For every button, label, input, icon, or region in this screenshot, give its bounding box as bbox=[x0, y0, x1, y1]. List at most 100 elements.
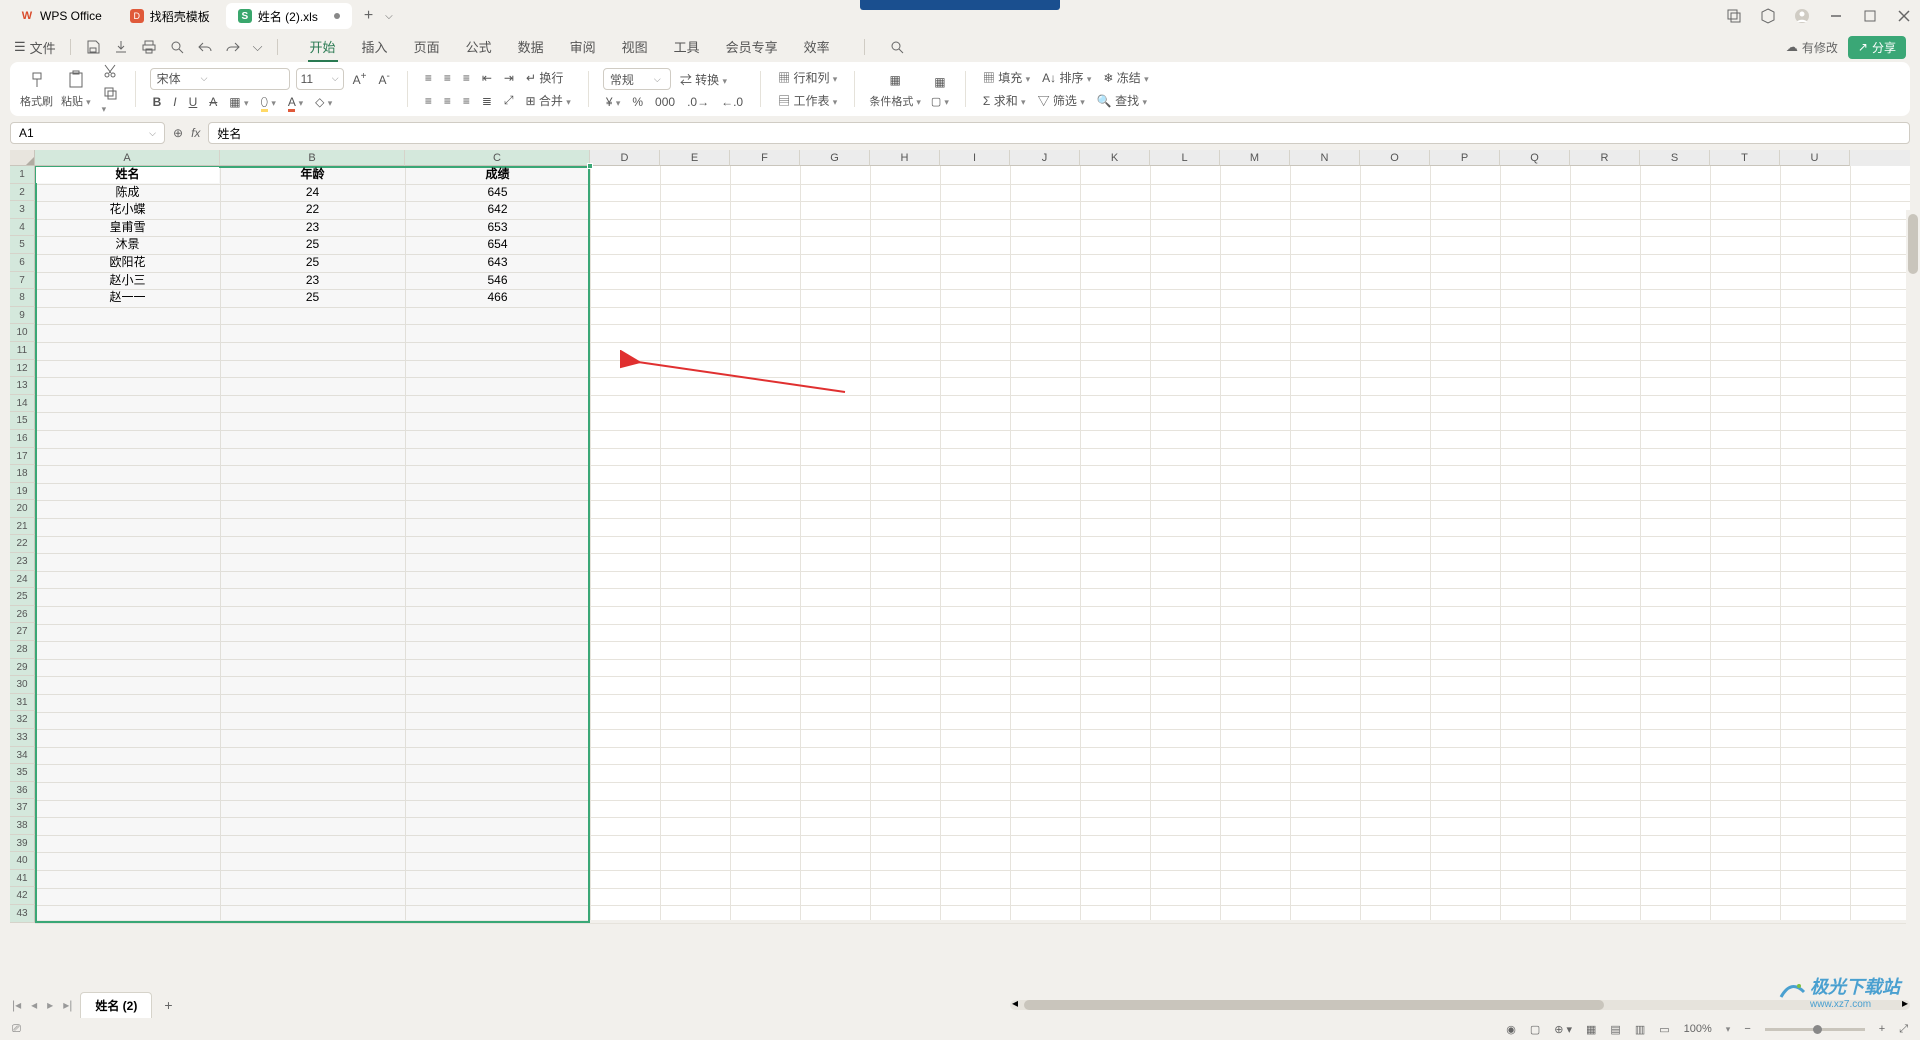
find-button[interactable]: 🔍 查找 ▾ bbox=[1094, 91, 1150, 110]
column-header[interactable]: N bbox=[1290, 150, 1360, 166]
export-icon[interactable] bbox=[113, 39, 129, 55]
menu-view[interactable]: 视图 bbox=[620, 33, 650, 62]
row-header[interactable]: 34 bbox=[10, 747, 35, 765]
data-cell[interactable]: 466 bbox=[405, 289, 590, 307]
sheet-add-button[interactable]: + bbox=[158, 997, 178, 1013]
row-header[interactable]: 22 bbox=[10, 535, 35, 553]
share-button[interactable]: ↗ 分享 bbox=[1848, 36, 1906, 59]
worksheet-button[interactable]: ▤ 工作表 ▾ bbox=[775, 91, 840, 110]
column-header[interactable]: U bbox=[1780, 150, 1850, 166]
sum-button[interactable]: Σ 求和 ▾ bbox=[980, 91, 1029, 110]
print-preview-icon[interactable] bbox=[169, 39, 185, 55]
comma-button[interactable]: 000 bbox=[652, 94, 678, 110]
row-header[interactable]: 14 bbox=[10, 395, 35, 413]
column-header[interactable]: R bbox=[1570, 150, 1640, 166]
column-header[interactable]: T bbox=[1710, 150, 1780, 166]
row-header[interactable]: 31 bbox=[10, 694, 35, 712]
menu-member[interactable]: 会员专享 bbox=[724, 33, 780, 62]
row-header[interactable]: 42 bbox=[10, 887, 35, 905]
sync-status[interactable]: ☁ 有修改 bbox=[1786, 39, 1838, 56]
rowcol-button[interactable]: ▦ 行和列 ▾ bbox=[775, 68, 840, 87]
eye-icon[interactable]: ◉ bbox=[1506, 1023, 1516, 1036]
column-header[interactable]: J bbox=[1010, 150, 1080, 166]
data-cell[interactable]: 赵小三 bbox=[35, 272, 220, 290]
row-header[interactable]: 27 bbox=[10, 623, 35, 641]
sheet-nav-prev[interactable]: ◂ bbox=[29, 998, 39, 1012]
row-header[interactable]: 20 bbox=[10, 500, 35, 518]
zoom-slider[interactable] bbox=[1765, 1028, 1865, 1031]
align-middle-button[interactable]: ≡ bbox=[441, 70, 454, 86]
column-header[interactable]: D bbox=[590, 150, 660, 166]
row-header[interactable]: 39 bbox=[10, 835, 35, 853]
row-header[interactable]: 6 bbox=[10, 254, 35, 272]
data-cell[interactable]: 25 bbox=[220, 236, 405, 254]
view-reading-button[interactable]: ▭ bbox=[1659, 1023, 1669, 1036]
align-left-button[interactable]: ≡ bbox=[422, 93, 435, 109]
data-cell[interactable]: 642 bbox=[405, 201, 590, 219]
row-header[interactable]: 16 bbox=[10, 430, 35, 448]
underline-button[interactable]: U bbox=[186, 94, 201, 110]
decimal-increase-button[interactable]: .0→ bbox=[684, 94, 712, 110]
column-header[interactable]: P bbox=[1430, 150, 1500, 166]
zoom-in-button[interactable]: + bbox=[1879, 1023, 1885, 1035]
cond-format-button[interactable]: ▦ 条件格式 ▾ bbox=[869, 69, 921, 109]
row-header[interactable]: 26 bbox=[10, 606, 35, 624]
paste-button[interactable]: 粘贴 ▾ bbox=[61, 69, 91, 109]
row-header[interactable]: 29 bbox=[10, 659, 35, 677]
copy-button[interactable]: ▾ bbox=[99, 84, 121, 116]
row-header[interactable]: 40 bbox=[10, 852, 35, 870]
strikethrough-button[interactable]: A bbox=[206, 94, 220, 110]
menu-start[interactable]: 开始 bbox=[308, 33, 338, 62]
cube-icon[interactable] bbox=[1760, 8, 1776, 24]
horizontal-scrollbar[interactable]: ◂ ▸ bbox=[1010, 1000, 1910, 1010]
row-header[interactable]: 11 bbox=[10, 342, 35, 360]
settings-icon[interactable]: ⊕ ▾ bbox=[1554, 1023, 1572, 1036]
cells-area[interactable]: 姓名年龄成绩陈成24645花小蝶22642皇甫雪23653沐景25654欧阳花2… bbox=[35, 166, 1910, 920]
minimize-button[interactable] bbox=[1828, 8, 1844, 24]
increase-font-button[interactable]: A+ bbox=[350, 70, 370, 88]
row-header[interactable]: 2 bbox=[10, 184, 35, 202]
formula-input[interactable]: 姓名 bbox=[208, 122, 1910, 144]
fullscreen-icon[interactable]: ⤢ bbox=[1899, 1023, 1908, 1036]
undo-button[interactable] bbox=[197, 39, 213, 55]
font-size-select[interactable]: 11 ⌵ bbox=[296, 68, 344, 90]
row-header[interactable]: 5 bbox=[10, 236, 35, 254]
percent-button[interactable]: % bbox=[629, 94, 646, 110]
view-normal-button[interactable]: ▦ bbox=[1586, 1023, 1596, 1036]
data-cell[interactable]: 24 bbox=[220, 184, 405, 202]
column-header[interactable]: H bbox=[870, 150, 940, 166]
data-cell[interactable]: 645 bbox=[405, 184, 590, 202]
data-cell[interactable]: 25 bbox=[220, 289, 405, 307]
italic-button[interactable]: I bbox=[170, 94, 179, 110]
row-header[interactable]: 37 bbox=[10, 799, 35, 817]
row-header[interactable]: 12 bbox=[10, 360, 35, 378]
row-header[interactable]: 9 bbox=[10, 307, 35, 325]
menu-efficiency[interactable]: 效率 bbox=[802, 33, 832, 62]
column-header[interactable]: S bbox=[1640, 150, 1710, 166]
align-right-button[interactable]: ≡ bbox=[460, 93, 473, 109]
row-header[interactable]: 18 bbox=[10, 465, 35, 483]
vertical-scrollbar[interactable] bbox=[1906, 210, 1920, 980]
row-header[interactable]: 8 bbox=[10, 289, 35, 307]
status-icon[interactable]: ⎚ bbox=[12, 1023, 21, 1036]
file-menu[interactable]: ☰ 文件 bbox=[14, 38, 56, 57]
view-break-button[interactable]: ▥ bbox=[1635, 1023, 1645, 1036]
name-box[interactable]: A1 ⌵ bbox=[10, 122, 165, 144]
quick-access-dropdown[interactable]: ⌵ bbox=[253, 39, 263, 55]
data-cell[interactable]: 23 bbox=[220, 219, 405, 237]
align-top-button[interactable]: ≡ bbox=[422, 70, 435, 86]
row-header[interactable]: 35 bbox=[10, 764, 35, 782]
column-header[interactable]: K bbox=[1080, 150, 1150, 166]
menu-formula[interactable]: 公式 bbox=[464, 33, 494, 62]
sheet-nav-next[interactable]: ▸ bbox=[45, 998, 55, 1012]
header-cell[interactable]: 姓名 bbox=[35, 166, 220, 184]
column-header[interactable]: B bbox=[220, 150, 405, 166]
row-header[interactable]: 24 bbox=[10, 571, 35, 589]
data-cell[interactable]: 22 bbox=[220, 201, 405, 219]
zoom-out-button[interactable]: − bbox=[1744, 1023, 1750, 1035]
merge-button[interactable]: ⊞ 合并 ▾ bbox=[523, 91, 574, 110]
data-cell[interactable]: 654 bbox=[405, 236, 590, 254]
row-header[interactable]: 17 bbox=[10, 448, 35, 466]
column-header[interactable]: L bbox=[1150, 150, 1220, 166]
zoom-cell-icon[interactable]: ⊕ bbox=[173, 126, 183, 140]
